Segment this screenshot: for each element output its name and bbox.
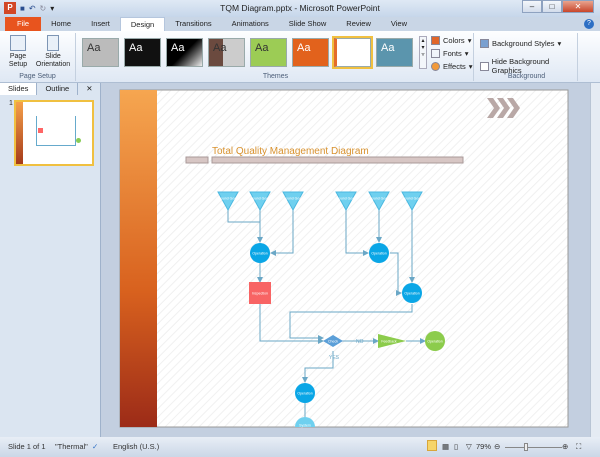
operation-label: Operation <box>404 292 419 296</box>
ribbon-tabs: File Home Insert Design Transitions Anim… <box>0 17 600 31</box>
operation-label: Operation <box>427 340 442 344</box>
spell-check-icon[interactable]: ✓ <box>92 442 98 451</box>
inbound-goods-label: Inbound Goods <box>367 197 391 201</box>
colors-icon <box>431 36 440 45</box>
slides-pane: Slides Outline ✕ 1 <box>0 83 101 437</box>
operation-label: Operation <box>297 392 312 396</box>
inbound-goods-label: Inbound Goods <box>400 197 424 201</box>
effects-button[interactable]: Effects ▾ <box>431 62 473 71</box>
close-pane-button[interactable]: ✕ <box>78 83 100 95</box>
tab-view[interactable]: View <box>381 17 417 31</box>
fonts-label: Fonts <box>443 49 462 58</box>
slide-count: Slide 1 of 1 <box>8 442 46 451</box>
group-label: Themes <box>262 73 289 80</box>
zoom-out-button[interactable]: ⊖ <box>494 442 500 451</box>
group-label: Page Setup <box>19 73 56 80</box>
no-label: NO <box>356 339 364 345</box>
background-styles-icon <box>480 39 489 48</box>
fonts-icon <box>431 49 440 58</box>
theme-name: "Thermal" <box>55 442 88 451</box>
themes-group: Aa Aa Aa Aa Aa Aa Aa ▴ ▾ ▿ Colors ▾ Fonts ▾ … <box>78 33 474 81</box>
check-label: Check <box>328 340 338 344</box>
theme-3[interactable]: Aa <box>166 38 203 67</box>
slide-orientation-label: Slide Orientation <box>35 53 71 68</box>
close-button[interactable]: ✕ <box>562 0 594 13</box>
tab-file[interactable]: File <box>5 17 42 31</box>
slide <box>119 89 569 428</box>
slide-canvas[interactable]: Total Quality Management Diagram Inbound… <box>101 83 590 437</box>
tab-outline[interactable]: Outline <box>37 83 79 95</box>
slide-title: Total Quality Management Diagram <box>212 146 369 157</box>
tab-slide-show[interactable]: Slide Show <box>279 17 337 31</box>
tab-insert[interactable]: Insert <box>81 17 120 31</box>
tab-design[interactable]: Design <box>119 17 166 31</box>
system-label: System <box>299 424 311 428</box>
language[interactable]: English (U.S.) <box>113 442 159 451</box>
theme-office[interactable]: Aa <box>82 38 119 67</box>
themes-scroll[interactable]: ▴ ▾ ▿ <box>419 36 427 69</box>
minimize-button[interactable]: – <box>522 0 542 13</box>
theme-thermal[interactable] <box>332 36 373 69</box>
background-group: Background Styles ▾ Hide Background Graph… <box>476 33 578 81</box>
slide-thumbnail[interactable] <box>14 100 94 166</box>
fit-to-window-button[interactable]: ⛶ <box>576 442 581 452</box>
inbound-goods-label: Inbound Goods <box>281 197 305 201</box>
window-title: TQM Diagram.pptx - Microsoft PowerPoint <box>220 3 380 13</box>
slide-orientation-button[interactable]: Slide Orientation <box>32 35 74 69</box>
colors-label: Colors <box>443 36 465 45</box>
title-bar-right <box>211 156 464 164</box>
operation-label: Operation <box>252 252 267 256</box>
help-icon[interactable]: ? <box>584 19 594 29</box>
slide-editor: Total Quality Management Diagram Inbound… <box>101 83 600 437</box>
fonts-button[interactable]: Fonts ▾ <box>431 49 469 58</box>
slide-orange-bar <box>120 90 157 427</box>
inbound-goods-label: Inbound Goods <box>334 197 358 201</box>
title-bar: P ■ ↶ ↻ ▾ TQM Diagram.pptx - Microsoft P… <box>0 0 600 17</box>
theme-4[interactable]: Aa <box>208 38 245 67</box>
title-bar-left <box>185 156 209 164</box>
theme-6[interactable]: Aa <box>292 38 329 67</box>
group-label: Background <box>507 73 546 80</box>
theme-2[interactable]: Aa <box>124 38 161 67</box>
zoom-slider-thumb[interactable] <box>524 443 528 451</box>
background-styles-label: Background Styles <box>492 39 555 48</box>
operation-label: Operation <box>371 252 386 256</box>
theme-8[interactable]: Aa <box>376 38 413 67</box>
slide-number: 1 <box>9 100 13 107</box>
checkbox-icon <box>480 61 489 71</box>
vertical-scrollbar[interactable] <box>590 83 600 437</box>
inbound-goods-label: Inbound Goods <box>248 197 272 201</box>
effects-label: Effects <box>443 62 466 71</box>
maximize-button[interactable]: □ <box>542 0 562 13</box>
tab-slides[interactable]: Slides <box>0 83 38 95</box>
page-setup-label: Page Setup <box>8 53 28 68</box>
effects-icon <box>431 62 440 71</box>
theme-5[interactable]: Aa <box>250 38 287 67</box>
page-setup-group: Page Setup Slide Orientation Page Setup <box>0 33 76 81</box>
normal-view-button[interactable] <box>427 440 437 451</box>
page-setup-icon <box>10 35 26 51</box>
slide-show-button[interactable]: ▽ <box>466 442 472 451</box>
zoom-slider[interactable] <box>505 447 562 448</box>
ribbon: Page Setup Slide Orientation Page Setup … <box>0 31 600 83</box>
slide-sorter-button[interactable]: ▦ <box>442 442 449 451</box>
tab-animations[interactable]: Animations <box>222 17 279 31</box>
background-styles-button[interactable]: Background Styles ▾ <box>480 39 561 48</box>
status-bar: Slide 1 of 1 "Thermal" ✓ English (U.S.) … <box>0 437 600 457</box>
zoom-in-button[interactable]: ⊕ <box>562 442 568 451</box>
yes-label: YES <box>329 355 340 361</box>
slide-orientation-icon <box>47 35 59 51</box>
page-setup-button[interactable]: Page Setup <box>4 35 32 69</box>
feedback-label: Feedback <box>381 340 397 344</box>
inspection-label: Inspection <box>252 292 268 296</box>
inbound-goods-label: Inbound Goods <box>216 197 240 201</box>
reading-view-button[interactable]: ▯ <box>454 442 458 451</box>
tab-review[interactable]: Review <box>336 17 381 31</box>
tab-home[interactable]: Home <box>41 17 81 31</box>
colors-button[interactable]: Colors ▾ <box>431 36 471 45</box>
zoom-level[interactable]: 79% <box>476 442 491 451</box>
tab-transitions[interactable]: Transitions <box>165 17 221 31</box>
